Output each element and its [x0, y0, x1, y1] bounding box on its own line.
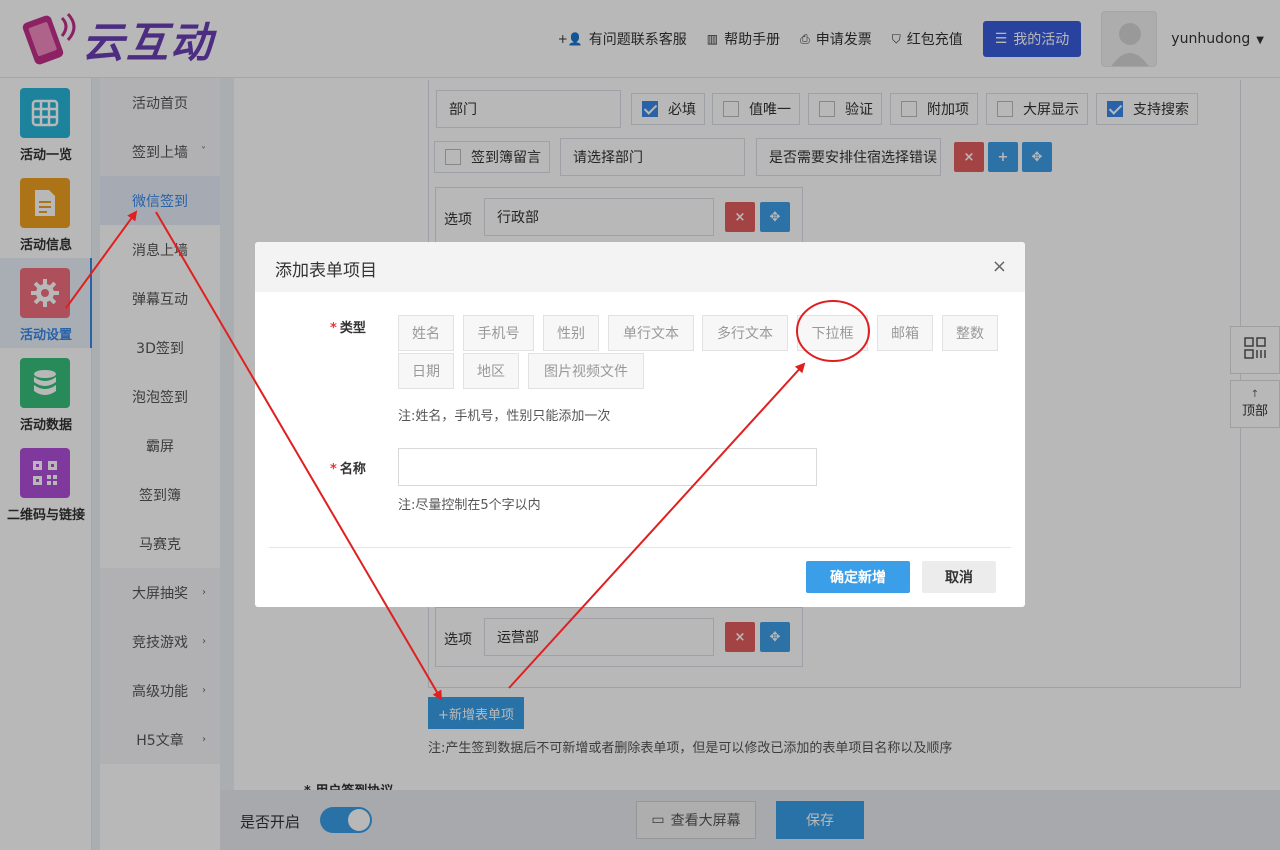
dialog-divider — [269, 547, 1011, 548]
name-label-text: 名称 — [339, 462, 366, 477]
type-option-email[interactable]: 邮箱 — [877, 315, 933, 351]
name-input[interactable] — [398, 448, 817, 486]
type-option-multi-line[interactable]: 多行文本 — [702, 315, 788, 351]
type-note: 注:姓名，手机号，性别只能添加一次 — [398, 409, 611, 424]
dialog-title: 添加表单项目 — [275, 261, 377, 281]
type-option-phone[interactable]: 手机号 — [463, 315, 534, 351]
cancel-button[interactable]: 取消 — [922, 561, 996, 593]
type-option-date[interactable]: 日期 — [398, 353, 454, 389]
type-option-integer[interactable]: 整数 — [942, 315, 998, 351]
close-icon[interactable]: × — [992, 256, 1007, 277]
type-field-label: * 类型 — [330, 317, 366, 336]
confirm-add-button[interactable]: 确定新增 — [806, 561, 910, 593]
type-option-gender[interactable]: 性别 — [543, 315, 599, 351]
required-mark: * — [330, 462, 337, 477]
type-option-dropdown[interactable]: 下拉框 — [797, 315, 868, 351]
type-option-region[interactable]: 地区 — [463, 353, 519, 389]
dialog-header: 添加表单项目 × — [255, 242, 1025, 292]
type-option-media-file[interactable]: 图片视频文件 — [528, 353, 644, 389]
required-mark: * — [330, 321, 337, 336]
type-option-single-line[interactable]: 单行文本 — [608, 315, 694, 351]
type-label-text: 类型 — [339, 321, 366, 336]
name-note: 注:尽量控制在5个字以内 — [398, 498, 541, 513]
name-field-label: * 名称 — [330, 458, 366, 477]
add-form-item-dialog: 添加表单项目 × * 类型 姓名 手机号 性别 单行文本 多行文本 下拉框 邮箱 … — [255, 242, 1025, 607]
type-option-name[interactable]: 姓名 — [398, 315, 454, 351]
